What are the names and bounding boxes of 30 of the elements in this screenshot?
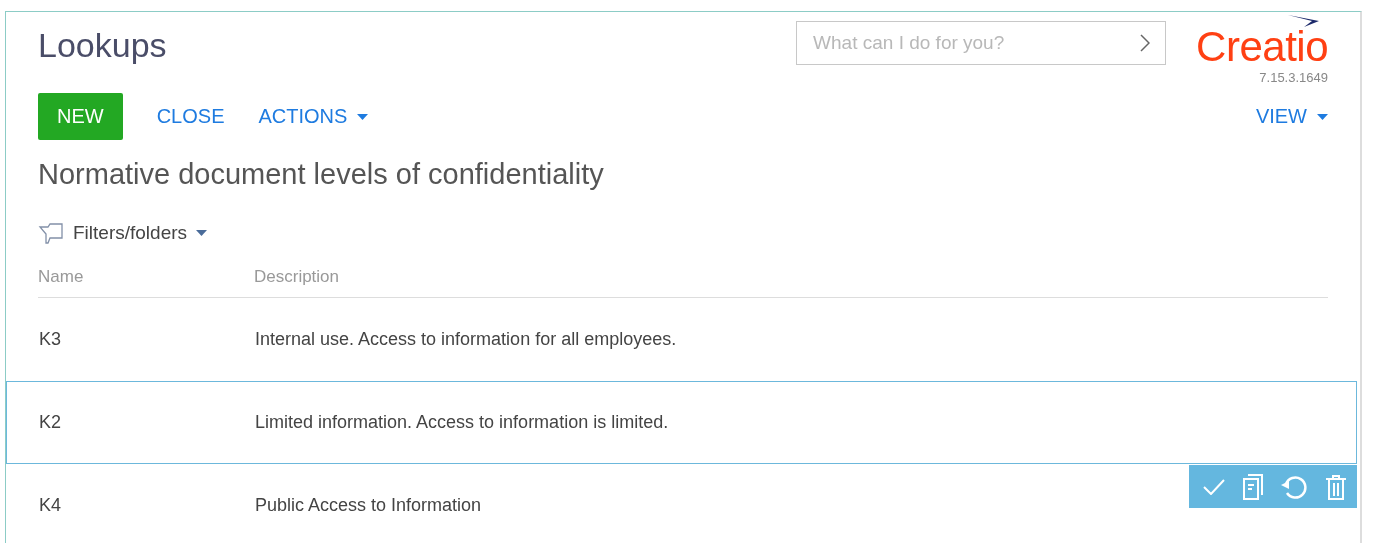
logo: Creatio	[1196, 26, 1328, 68]
table-cell-text: K2	[39, 412, 63, 433]
section-title: Normative document levels of confidentiality	[38, 158, 605, 191]
copy-icon[interactable]	[1243, 473, 1263, 500]
table-cell: Public Access to Information	[255, 495, 482, 516]
logo-arrow-icon	[1288, 14, 1320, 28]
column-header[interactable]: Description	[254, 267, 340, 287]
table-cell: Internal use. Access to information for all employees.	[255, 329, 677, 350]
table-cell-text: K4	[39, 495, 63, 516]
menu-button[interactable]: ACTIONS	[258, 93, 369, 140]
table-cell: Limited information. Access to information is limited.	[255, 412, 669, 433]
trash-icon[interactable]	[1325, 473, 1347, 500]
caret-icon	[357, 113, 369, 120]
column-header[interactable]: Name	[38, 267, 254, 287]
close-button[interactable]: CLOSE	[156, 93, 225, 140]
undo-icon[interactable]	[1281, 473, 1307, 500]
new-button[interactable]: NEW	[38, 93, 123, 140]
page-title: Lookups	[38, 26, 168, 65]
table-row[interactable]: K2 Limited information. Access to information is limited.	[6, 381, 1357, 464]
search-field[interactable]: What can I do for you?	[796, 21, 1167, 65]
chevron-right-icon[interactable]	[1140, 34, 1151, 52]
filters-button[interactable]: Filters/folders	[38, 221, 208, 245]
menu-button[interactable]: VIEW	[1255, 93, 1328, 140]
check-icon[interactable]	[1203, 478, 1225, 495]
version-label: 7.15.3.1649	[1259, 70, 1328, 85]
caret-icon	[1317, 113, 1328, 120]
filter-icon	[38, 221, 64, 245]
caret-icon	[196, 230, 208, 236]
table-row[interactable]: K3 Internal use. Access to information for all employees.	[6, 298, 1328, 381]
table-cell-text: K3	[39, 329, 63, 350]
